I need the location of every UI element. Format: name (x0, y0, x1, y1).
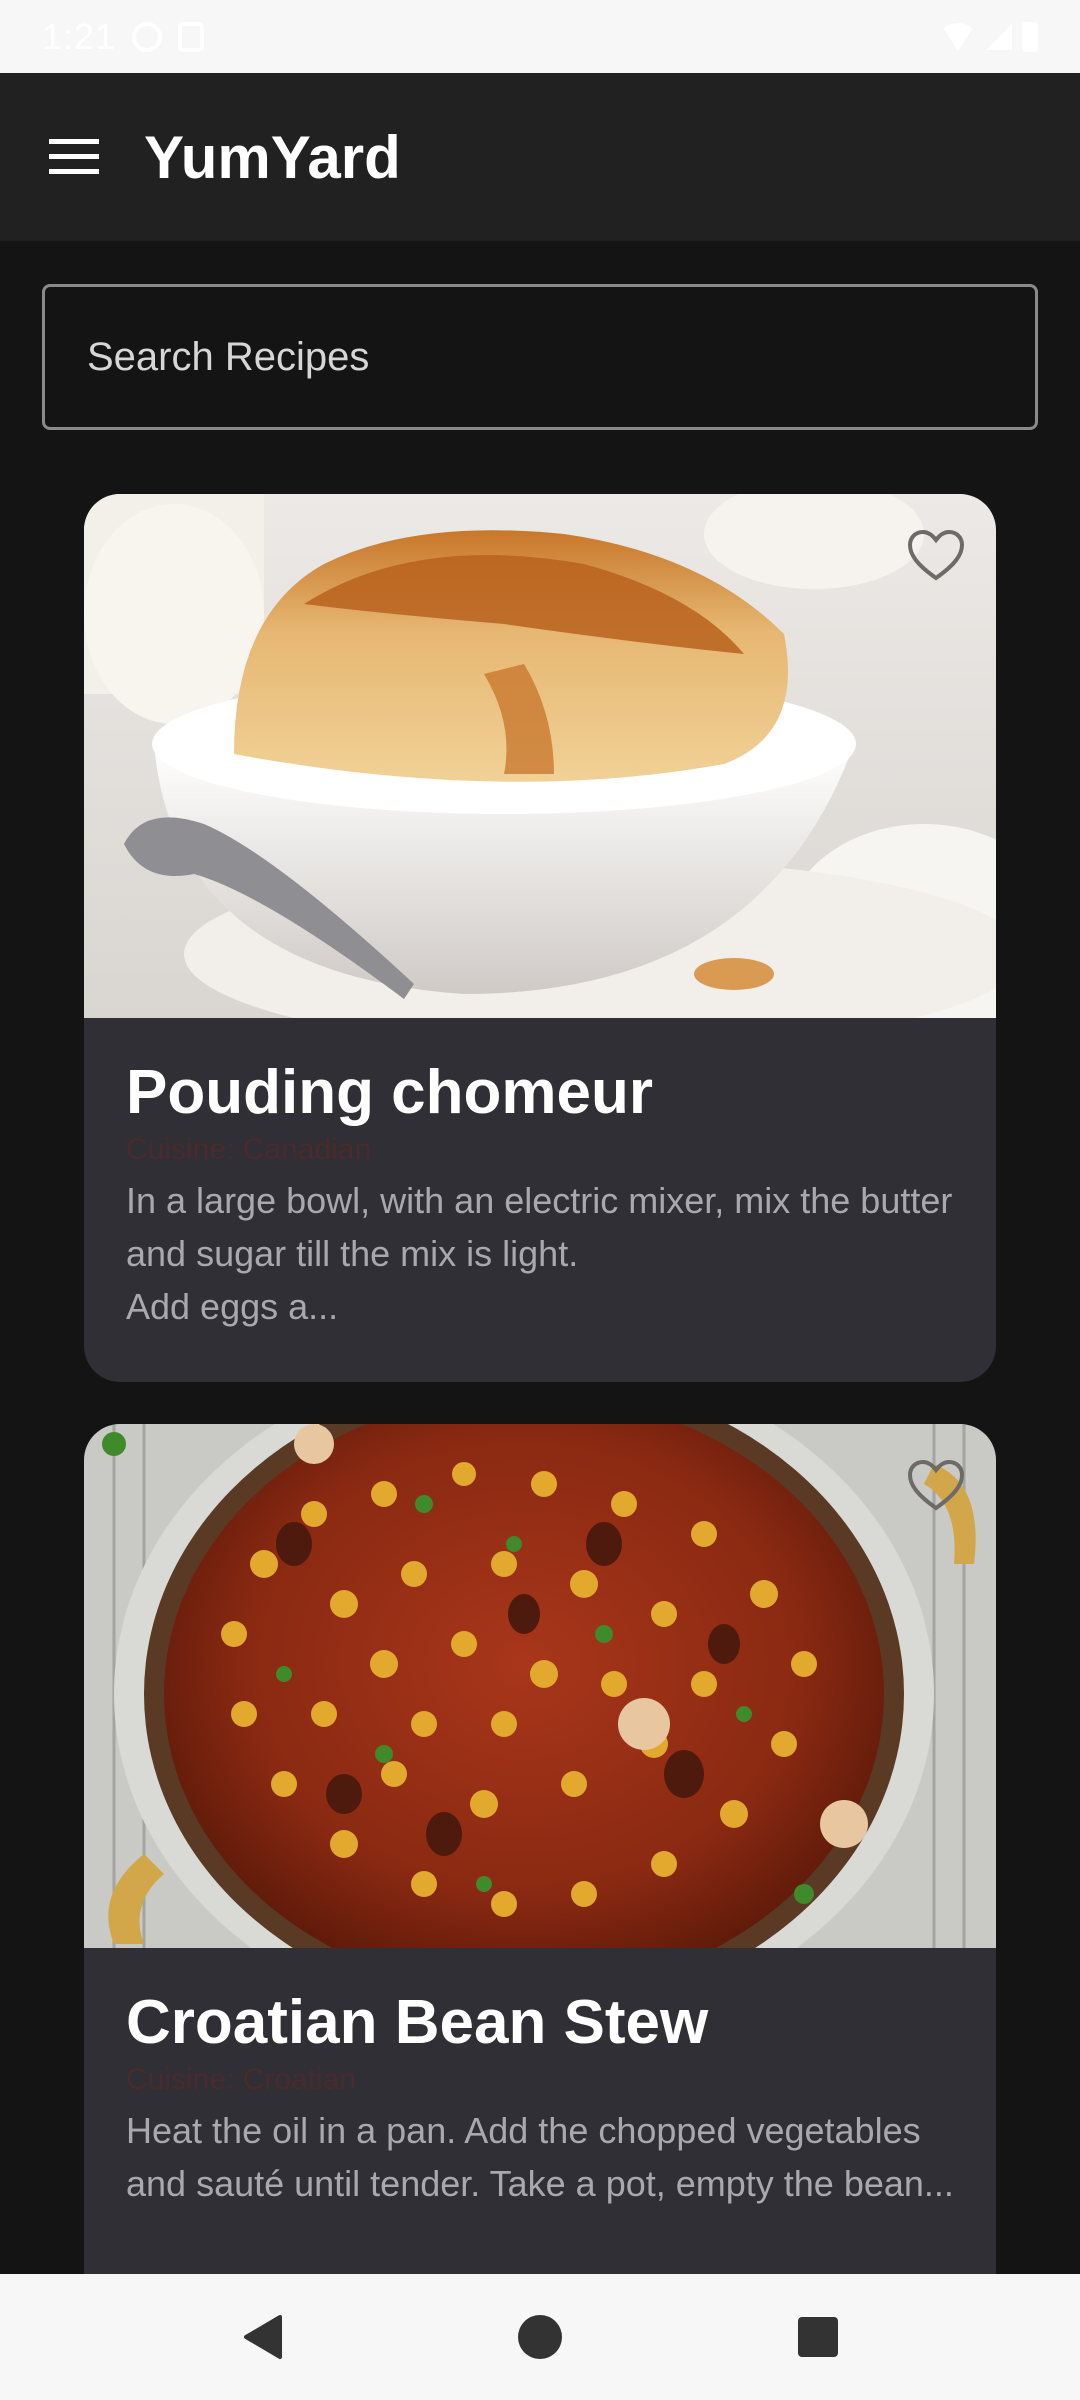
recents-square-icon (798, 2317, 838, 2357)
notification-icon (178, 21, 205, 52)
status-right (940, 21, 1038, 52)
menu-button[interactable] (44, 127, 104, 187)
status-left: 1:21 (42, 15, 205, 58)
recipe-title: Pouding chomeur (126, 1058, 653, 1127)
recipe-description: Heat the oil in a pan. Add the chopped v… (126, 2110, 954, 2204)
home-circle-icon (518, 2315, 562, 2359)
back-button[interactable] (238, 2313, 286, 2361)
recipe-cuisine: Cuisine: Canadian (126, 1133, 372, 1166)
recipe-title: Croatian Bean Stew (126, 1988, 709, 2057)
search-field[interactable] (42, 284, 1038, 430)
battery-icon (1022, 21, 1038, 52)
app-title: YumYard (144, 123, 401, 191)
recipe-card-body: Croatian Bean Stew Cuisine: Croatian Hea… (84, 1948, 996, 2210)
recipe-card[interactable]: Croatian Bean Stew Cuisine: Croatian Hea… (84, 1424, 996, 2384)
recipe-card[interactable]: Pouding chomeur Cuisine: Canadian In a l… (84, 494, 996, 1382)
recents-button[interactable] (794, 2313, 842, 2361)
recipe-card-body: Pouding chomeur Cuisine: Canadian In a l… (84, 1018, 996, 1333)
recipe-image (84, 494, 996, 1018)
status-time: 1:21 (42, 15, 117, 57)
heart-outline-icon (907, 1459, 965, 1511)
settings-notification-icon (132, 21, 163, 52)
recipe-list-screen: 1:21 YumYard Search Recipes Pouding chom… (0, 0, 1080, 2400)
home-button[interactable] (516, 2313, 564, 2361)
app-bar: YumYard (0, 73, 1080, 241)
heart-outline-icon (907, 529, 965, 581)
favorite-button[interactable] (906, 528, 966, 584)
back-triangle-icon (244, 2315, 282, 2359)
recipe-cuisine: Cuisine: Croatian (126, 2063, 357, 2096)
bean-stew-photo (84, 1424, 996, 1948)
recipe-image (84, 1424, 996, 1948)
pudding-photo (84, 494, 996, 1018)
search-input[interactable] (85, 333, 989, 381)
status-bar: 1:21 (0, 0, 1080, 73)
favorite-button[interactable] (906, 1458, 966, 1514)
system-nav-bar (0, 2274, 1080, 2400)
hamburger-menu-icon (49, 139, 99, 174)
recipe-description: In a large bowl, with an electric mixer,… (126, 1180, 953, 1327)
wifi-icon (940, 22, 976, 51)
cell-signal-icon (986, 23, 1012, 50)
